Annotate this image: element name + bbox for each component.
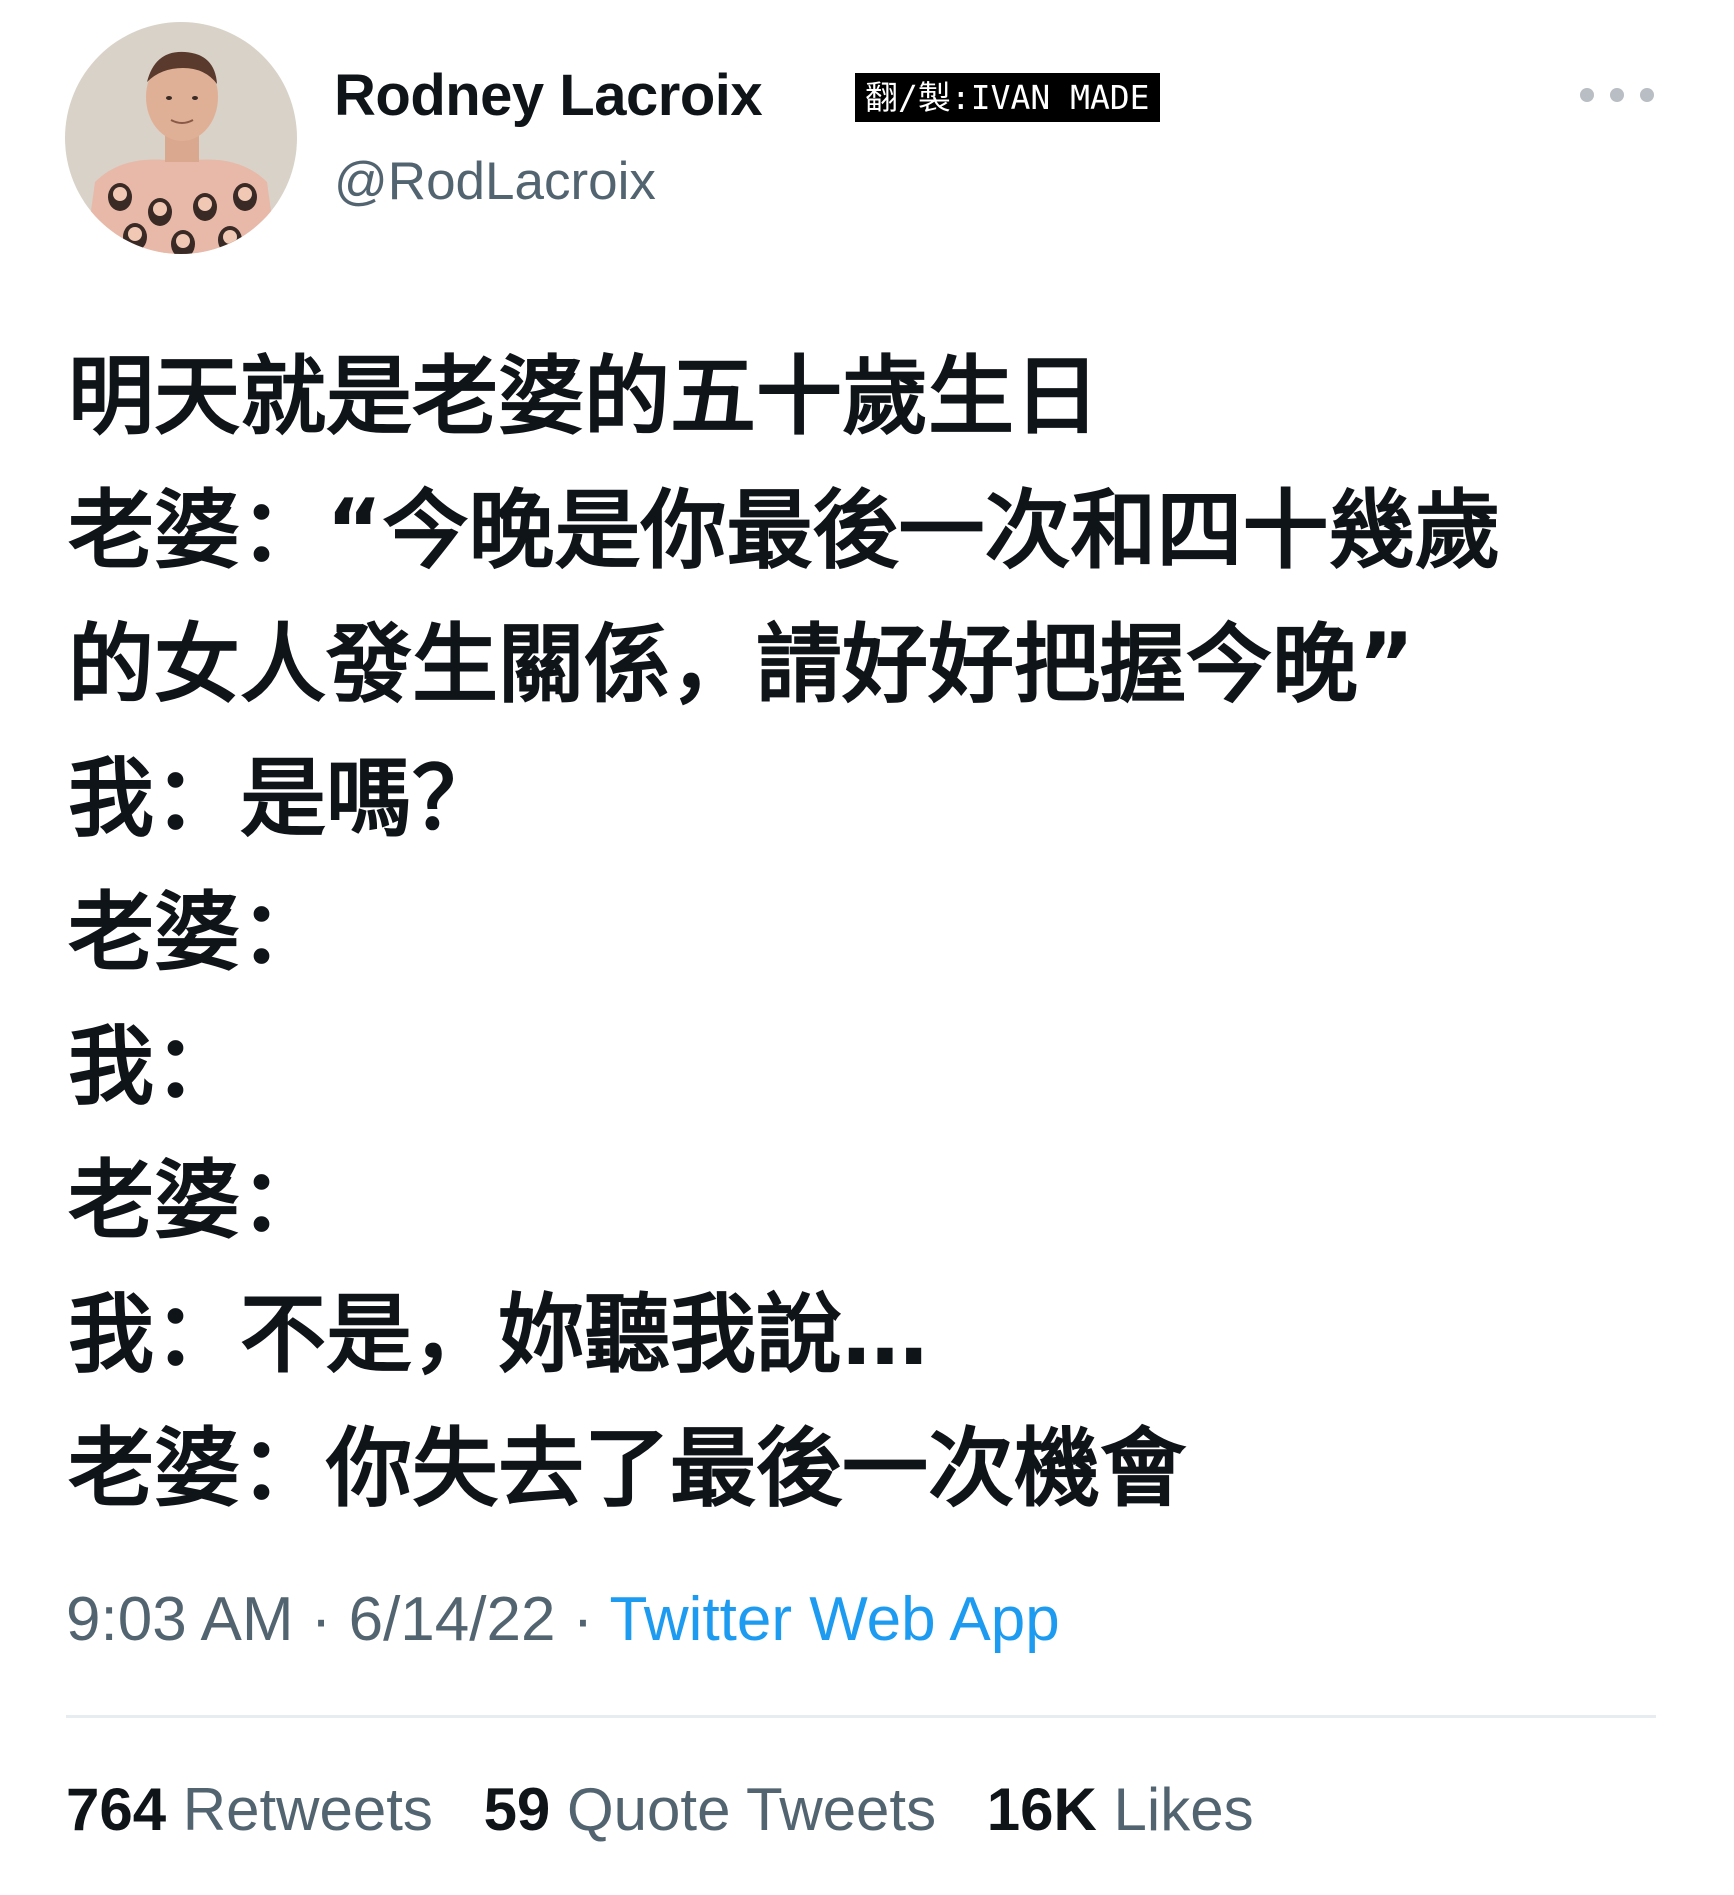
likes-label: Likes	[1113, 1776, 1254, 1843]
tweet-line: 我：不是，妳聽我說…	[68, 1285, 928, 1385]
meta-separator: ·	[555, 1585, 610, 1654]
retweets-stat[interactable]: 764 Retweets	[66, 1770, 433, 1850]
tweet-text: 明天就是老婆的五十歲生日 老婆：“今晚是你最後一次和四十幾歲 的女人發生關係，請…	[68, 330, 1688, 1536]
tweet-source-link[interactable]: Twitter Web App	[609, 1585, 1059, 1654]
more-dot	[1640, 88, 1654, 102]
avatar[interactable]	[65, 22, 297, 254]
tweet-line: 老婆：	[68, 1151, 326, 1251]
tweet-line: 我：	[68, 1017, 240, 1117]
tweet-line: 明天就是老婆的五十歲生日	[68, 347, 1100, 447]
retweets-count: 764	[66, 1776, 167, 1843]
quote-tweets-label: Quote Tweets	[566, 1776, 937, 1843]
tweet-line: 老婆：	[68, 883, 326, 983]
tweet-line: 老婆：“今晚是你最後一次和四十幾歲	[68, 481, 1501, 581]
tweet-line: 的女人發生關係，請好好把握今晚”	[68, 615, 1415, 715]
more-dot	[1610, 88, 1624, 102]
tweet-date[interactable]: 6/14/22	[349, 1585, 556, 1654]
avatar-image	[65, 22, 297, 254]
tweet-stats: 764 Retweets 59 Quote Tweets 16K Likes	[66, 1770, 1288, 1850]
author-handle[interactable]: @RodLacroix	[334, 146, 656, 218]
tweet-line: 老婆：你失去了最後一次機會	[68, 1419, 1186, 1519]
more-dot	[1580, 88, 1594, 102]
more-options-icon[interactable]	[1580, 80, 1654, 110]
watermark-credit: 翻/製:IVAN MADE	[855, 73, 1160, 122]
tweet-meta: 9:03 AM · 6/14/22 · Twitter Web App	[66, 1580, 1060, 1660]
quote-tweets-count: 59	[483, 1776, 551, 1843]
author-display-name[interactable]: Rodney Lacroix	[334, 56, 763, 136]
tweet-time[interactable]: 9:03 AM	[66, 1585, 293, 1654]
divider	[66, 1715, 1656, 1718]
likes-stat[interactable]: 16K Likes	[987, 1770, 1254, 1850]
tweet-line: 我：是嗎？	[68, 749, 498, 849]
meta-separator: ·	[293, 1585, 349, 1654]
likes-count: 16K	[986, 1776, 1097, 1843]
quote-tweets-stat[interactable]: 59 Quote Tweets	[484, 1770, 937, 1850]
retweets-label: Retweets	[182, 1776, 433, 1843]
